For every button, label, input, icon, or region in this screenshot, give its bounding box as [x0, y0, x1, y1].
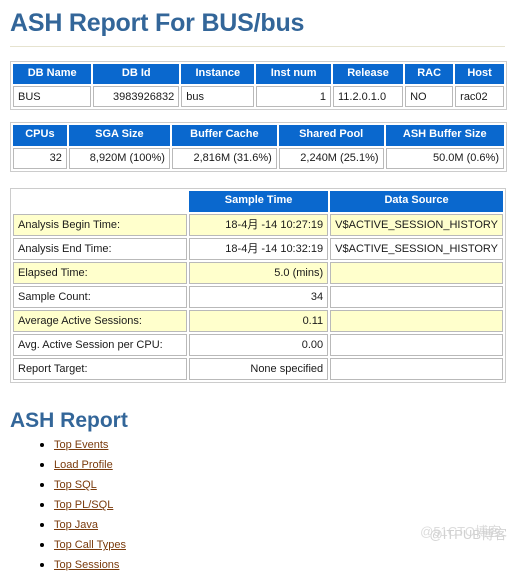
- row-label: Avg. Active Session per CPU:: [13, 333, 187, 356]
- analysis-window-table: Sample Time Data Source Analysis Begin T…: [10, 188, 506, 383]
- title-divider: [10, 45, 505, 47]
- list-item: Top Events: [54, 438, 507, 451]
- row-label: Analysis Begin Time:: [13, 213, 187, 236]
- table-row: Average Active Sessions: 0.11: [13, 309, 503, 332]
- col-inst-num: Inst num: [256, 63, 331, 85]
- row-source: [330, 261, 503, 284]
- list-item: Top SQL: [54, 478, 507, 491]
- cell-host: rac02: [455, 86, 504, 108]
- col-rac: RAC: [405, 63, 454, 85]
- row-label: Sample Count:: [13, 285, 187, 308]
- row-value: 5.0 (mins): [189, 261, 329, 284]
- cell-cpus: 32: [13, 148, 67, 169]
- list-item: Top PL/SQL: [54, 498, 507, 511]
- table-row: Sample Count: 34: [13, 285, 503, 308]
- cell-db-name: BUS: [13, 86, 92, 108]
- col-host: Host: [455, 63, 504, 85]
- link-top-java[interactable]: Top Java: [54, 519, 98, 531]
- row-label: Analysis End Time:: [13, 237, 187, 260]
- page-title: ASH Report For BUS/bus: [10, 9, 305, 37]
- link-top-events[interactable]: Top Events: [54, 439, 108, 451]
- col-data-source: Data Source: [330, 191, 503, 212]
- col-shared-pool: Shared Pool: [278, 125, 384, 146]
- row-value: 34: [189, 285, 329, 308]
- row-label: Elapsed Time:: [13, 261, 187, 284]
- list-item: Load Profile: [54, 458, 507, 471]
- cell-inst-num: 1: [256, 86, 331, 108]
- report-page: ASH Report For BUS/bus DB Name DB Id Ins…: [0, 0, 515, 572]
- table-row: Report Target: None specified: [13, 357, 503, 380]
- row-value: 0.00: [189, 333, 329, 356]
- col-metric-blank: [13, 191, 187, 212]
- row-value: None specified: [189, 357, 329, 380]
- table-row: Analysis End Time: 18-4月 -14 10:32:19 V$…: [13, 237, 503, 260]
- row-source: [330, 333, 503, 356]
- table-row: 32 8,920M (100%) 2,816M (31.6%) 2,240M (…: [13, 148, 504, 169]
- link-top-sql[interactable]: Top SQL: [54, 479, 97, 491]
- table-header-row: CPUs SGA Size Buffer Cache Shared Pool A…: [13, 125, 504, 146]
- list-item: Top Call Types: [54, 538, 507, 551]
- table-header-row: Sample Time Data Source: [13, 191, 503, 212]
- cell-buffer-cache: 2,816M (31.6%): [171, 148, 277, 169]
- table-row: Elapsed Time: 5.0 (mins): [13, 261, 503, 284]
- link-load-profile[interactable]: Load Profile: [54, 459, 113, 471]
- row-value: 18-4月 -14 10:27:19: [189, 213, 329, 236]
- analysis-table-body: Analysis Begin Time: 18-4月 -14 10:27:19 …: [13, 213, 503, 380]
- cell-instance: bus: [181, 86, 255, 108]
- row-source: [330, 309, 503, 332]
- table-row: Analysis Begin Time: 18-4月 -14 10:27:19 …: [13, 213, 503, 236]
- col-cpus: CPUs: [13, 125, 67, 146]
- col-ash-buffer-size: ASH Buffer Size: [385, 125, 504, 146]
- table-header-row: DB Name DB Id Instance Inst num Release …: [13, 63, 504, 85]
- col-db-id: DB Id: [93, 63, 180, 85]
- col-release: Release: [332, 63, 404, 85]
- table-row: BUS 3983926832 bus 1 11.2.0.1.0 NO rac02: [13, 86, 504, 108]
- col-sga-size: SGA Size: [68, 125, 170, 146]
- col-db-name: DB Name: [13, 63, 92, 85]
- cell-sga-size: 8,920M (100%): [68, 148, 170, 169]
- sizing-table: CPUs SGA Size Buffer Cache Shared Pool A…: [10, 122, 507, 172]
- cell-release: 11.2.0.1.0: [332, 86, 404, 108]
- row-value: 18-4月 -14 10:32:19: [189, 237, 329, 260]
- row-source: [330, 357, 503, 380]
- row-value: 0.11: [189, 309, 329, 332]
- cell-shared-pool: 2,240M (25.1%): [278, 148, 384, 169]
- link-top-sessions[interactable]: Top Sessions: [54, 559, 119, 571]
- list-item: Top Sessions: [54, 558, 507, 571]
- row-source: [330, 285, 503, 308]
- db-summary-table: DB Name DB Id Instance Inst num Release …: [10, 60, 507, 111]
- list-item: Top Java: [54, 518, 507, 531]
- col-instance: Instance: [181, 63, 255, 85]
- section-title-ash-report: ASH Report: [10, 408, 128, 432]
- report-section-list: Top Events Load Profile Top SQL Top PL/S…: [8, 438, 507, 572]
- col-buffer-cache: Buffer Cache: [171, 125, 277, 146]
- row-source: V$ACTIVE_SESSION_HISTORY: [330, 237, 503, 260]
- row-label: Report Target:: [13, 357, 187, 380]
- cell-ash-buffer-size: 50.0M (0.6%): [385, 148, 504, 169]
- cell-rac: NO: [405, 86, 454, 108]
- row-label: Average Active Sessions:: [13, 309, 187, 332]
- link-top-plsql[interactable]: Top PL/SQL: [54, 499, 113, 511]
- col-sample-time: Sample Time: [189, 191, 329, 212]
- table-row: Avg. Active Session per CPU: 0.00: [13, 333, 503, 356]
- row-source: V$ACTIVE_SESSION_HISTORY: [330, 213, 503, 236]
- cell-db-id: 3983926832: [93, 86, 180, 108]
- link-top-call-types[interactable]: Top Call Types: [54, 539, 126, 551]
